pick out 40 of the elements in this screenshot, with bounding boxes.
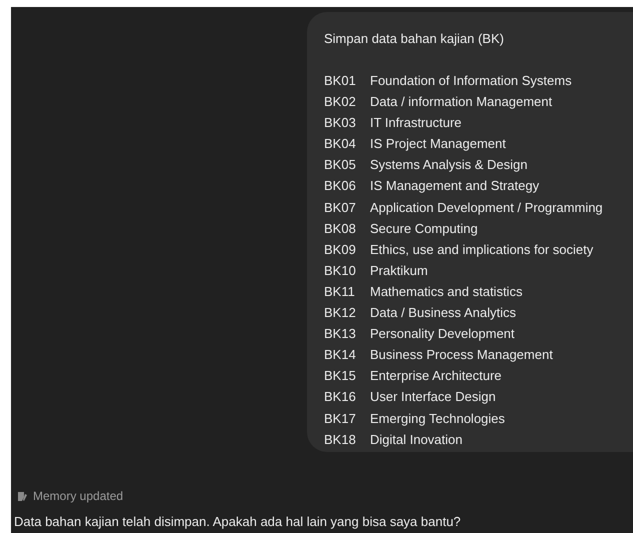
item-code: BK02 (324, 93, 357, 112)
item-name: Mathematics and statistics (370, 282, 522, 301)
item-name: IS Project Management (370, 135, 506, 154)
item-code: BK04 (324, 135, 357, 154)
item-name: Foundation of Information Systems (370, 72, 572, 90)
item-name: IS Management and Strategy (370, 177, 540, 196)
assistant-message: Data bahan kajian telah disimpan. Apakah ada hal lain yang bisa saya bantu? (14, 514, 462, 529)
item-name: Praktikum (370, 262, 428, 280)
item-code: BK16 (324, 388, 357, 406)
item-name: IT Infrastructure (370, 114, 462, 132)
message-title: Simpan data bahan kajian (BK) (324, 30, 504, 48)
item-code: BK05 (324, 156, 357, 174)
item-name: Ethics, use and implications for society (370, 240, 594, 259)
item-code: BK09 (324, 240, 357, 259)
item-name: Enterprise Architecture (370, 367, 502, 386)
item-name: Secure Computing (370, 220, 478, 238)
item-name: Emerging Technologies (370, 410, 505, 428)
item-name: Data / information Management (370, 93, 552, 112)
item-code: BK15 (324, 367, 357, 386)
item-code: BK13 (324, 325, 357, 344)
item-code: BK08 (324, 220, 357, 238)
item-code: BK01 (324, 72, 357, 90)
item-name: Personality Development (370, 325, 515, 344)
item-code: BK03 (324, 114, 357, 132)
item-name: Systems Analysis & Design (370, 156, 528, 174)
item-code: BK07 (324, 198, 357, 217)
item-code: BK11 (324, 282, 356, 301)
item-code: BK12 (324, 304, 357, 322)
item-name: User Interface Design (370, 388, 496, 406)
item-code: BK06 (324, 177, 357, 196)
item-code: BK10 (324, 262, 357, 280)
item-name: Digital Inovation (370, 430, 462, 449)
item-code: BK17 (324, 410, 357, 428)
memory-status: Memory updated (33, 489, 124, 503)
item-code: BK18 (324, 430, 357, 449)
item-name: Application Development / Programming (370, 198, 603, 217)
memory-icon (17, 490, 28, 502)
item-name: Data / Business Analytics (370, 304, 516, 322)
item-name: Business Process Management (370, 346, 553, 364)
item-code: BK14 (324, 346, 357, 364)
